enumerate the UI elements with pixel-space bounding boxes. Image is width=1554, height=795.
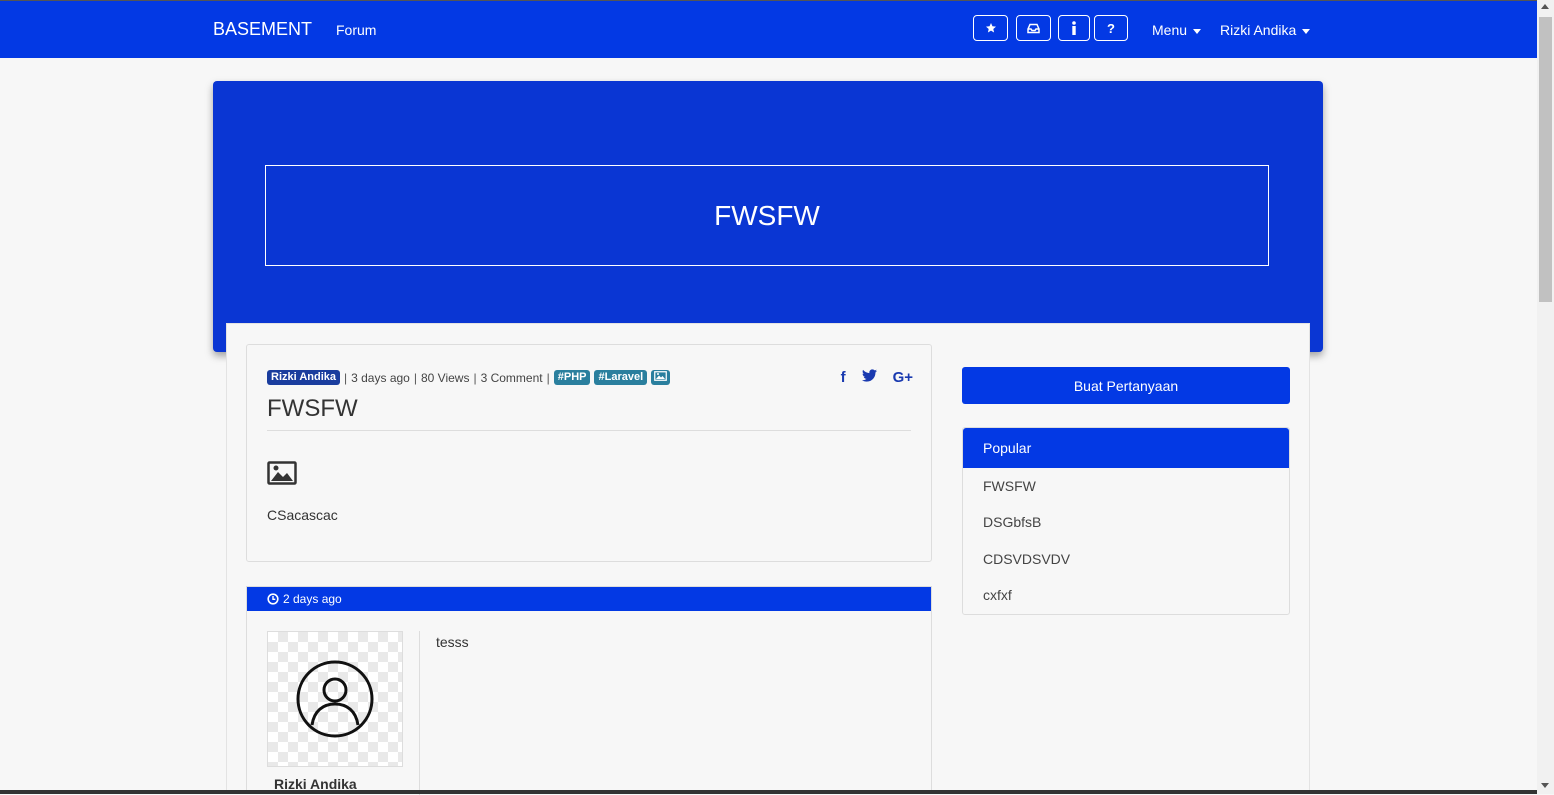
- share-buttons: f G+: [841, 369, 913, 386]
- inbox-icon: [1027, 23, 1040, 33]
- chevron-down-icon: [1302, 28, 1311, 34]
- divider: [419, 631, 420, 795]
- image-badge[interactable]: [651, 370, 671, 385]
- avatar: [267, 631, 403, 767]
- question-meta: Rizki Andika | 3 days ago | 80 Views | 3…: [267, 370, 671, 385]
- question-body: CSacascac: [267, 507, 338, 523]
- popular-panel: Popular FWSFW DSGbfsB CDSVDSVDV cxfxf: [962, 427, 1290, 615]
- window-bottom-edge: [0, 790, 1537, 794]
- comment-header: 2 days ago: [247, 587, 931, 611]
- popular-item[interactable]: cxfxf: [983, 587, 1012, 603]
- comment-card: 2 days ago Rizki Andika tesss: [246, 586, 932, 795]
- popular-item[interactable]: DSGbfsB: [983, 514, 1041, 530]
- google-plus-icon[interactable]: G+: [893, 369, 913, 386]
- star-icon: [985, 23, 996, 33]
- scroll-down-arrow-icon[interactable]: [1541, 783, 1549, 788]
- menu-dropdown[interactable]: Menu: [1152, 22, 1202, 38]
- nav-forum-link[interactable]: Forum: [336, 22, 376, 38]
- comment-body: tesss: [436, 634, 469, 650]
- popular-item[interactable]: FWSFW: [983, 478, 1036, 494]
- chevron-down-icon: [1193, 28, 1202, 34]
- info-icon: [1072, 21, 1076, 35]
- comment-time: 2 days ago: [283, 592, 342, 606]
- question-views: 80 Views: [420, 370, 470, 385]
- favorites-button[interactable]: [973, 15, 1008, 41]
- user-icon: [296, 660, 374, 738]
- question-title: FWSFW: [267, 395, 358, 422]
- user-label: Rizki Andika: [1220, 22, 1297, 38]
- question-comments: 3 Comment: [480, 370, 543, 385]
- tag-php[interactable]: #PHP: [553, 370, 591, 385]
- tag-laravel[interactable]: #Laravel: [594, 370, 648, 385]
- question-time: 3 days ago: [351, 370, 410, 385]
- author-badge[interactable]: Rizki Andika: [267, 370, 340, 385]
- popular-title: Popular: [963, 428, 1289, 468]
- inbox-button[interactable]: [1016, 15, 1051, 41]
- scrollbar-thumb[interactable]: [1539, 17, 1552, 302]
- top-navbar: BASEMENT Forum ? Menu Rizki Andika: [0, 0, 1537, 58]
- question-image[interactable]: [267, 461, 297, 490]
- popular-item[interactable]: CDSVDSVDV: [983, 551, 1070, 567]
- scroll-up-arrow-icon[interactable]: [1541, 4, 1549, 9]
- hero-title: FWSFW: [265, 165, 1269, 266]
- image-icon: [654, 371, 668, 381]
- twitter-icon[interactable]: [861, 369, 877, 386]
- clock-icon: [267, 593, 279, 605]
- question-icon: ?: [1107, 20, 1115, 36]
- info-button[interactable]: [1058, 15, 1090, 41]
- help-button[interactable]: ?: [1094, 15, 1128, 41]
- divider: [267, 430, 911, 431]
- user-dropdown[interactable]: Rizki Andika: [1220, 22, 1311, 38]
- page-scrollbar[interactable]: [1537, 0, 1554, 794]
- ask-question-button[interactable]: Buat Pertanyaan: [962, 367, 1290, 404]
- facebook-icon[interactable]: f: [841, 369, 846, 386]
- menu-label: Menu: [1152, 22, 1188, 38]
- hero-banner: FWSFW: [213, 81, 1323, 352]
- brand-logo[interactable]: BASEMENT: [213, 19, 312, 40]
- question-card: Rizki Andika | 3 days ago | 80 Views | 3…: [246, 344, 932, 562]
- image-icon: [267, 461, 297, 485]
